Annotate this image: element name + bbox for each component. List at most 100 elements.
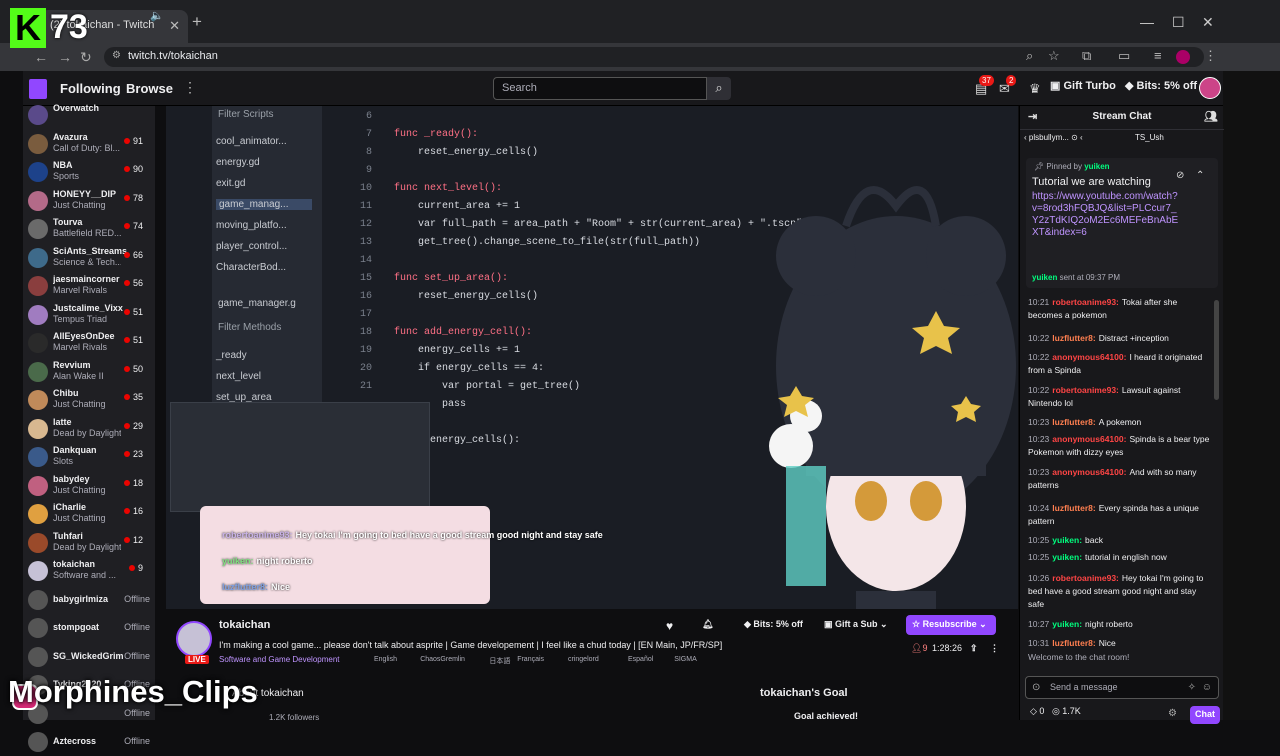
streamer-name[interactable]: tokaichan	[219, 619, 270, 631]
nav-following[interactable]: Following	[60, 81, 121, 96]
collapse-chat-icon[interactable]: ⇥	[1028, 110, 1037, 123]
streamer-avatar[interactable]	[176, 621, 212, 657]
message-user[interactable]: robertoanime93:	[1052, 297, 1119, 307]
notification-bell-icon[interactable]: 🔔︎	[702, 619, 713, 630]
script-item[interactable]: player_control...	[216, 241, 287, 252]
collapse-pin-icon[interactable]: ⌃	[1196, 170, 1204, 181]
message-user[interactable]: yuiken:	[1052, 552, 1082, 562]
script-item[interactable]: game_manag...	[216, 199, 312, 210]
menu-icon[interactable]: ⋮	[1204, 48, 1217, 64]
message-user[interactable]: yuiken:	[1052, 535, 1082, 545]
new-tab-icon[interactable]: +	[192, 12, 202, 32]
nav-browse[interactable]: Browse	[126, 81, 173, 96]
profile-avatar[interactable]	[1176, 50, 1190, 64]
script-item[interactable]: exit.gd	[216, 178, 245, 189]
emote-icon[interactable]: ☺	[1202, 682, 1212, 693]
stream-category[interactable]: Software and Game Development	[219, 655, 340, 664]
follow-heart-icon[interactable]: ♥	[666, 619, 673, 633]
sidebar-channel[interactable]: Tuhfari Dead by Daylight 12	[23, 529, 155, 557]
close-window-icon[interactable]: ✕	[1202, 14, 1214, 31]
gift-turbo-button[interactable]: ▣ Gift Turbo	[1050, 79, 1116, 92]
bits-button[interactable]: ◆ Bits: 5% off	[744, 619, 803, 630]
gifter-1[interactable]: plsbullym...	[1029, 133, 1069, 142]
chat-settings-icon[interactable]: ⊙	[1032, 682, 1040, 693]
maximize-icon[interactable]: ☐	[1172, 14, 1185, 31]
sidebar-channel[interactable]: Avazura Call of Duty: Bl... 91	[23, 130, 155, 158]
sidebar-channel[interactable]: HONEYY__DIP Just Chatting 78	[23, 187, 155, 215]
sidebar-channel[interactable]: latte Dead by Daylight 29	[23, 415, 155, 443]
sidebar-channel[interactable]: AllEyesOnDee Marvel Rivals 51	[23, 329, 155, 357]
address-bar[interactable]: ⚙ twitch.tv/tokaichan	[104, 47, 1204, 67]
sidebar-channel[interactable]: Chibu Just Chatting 35	[23, 386, 155, 414]
search-page-icon[interactable]: ⌕	[1026, 48, 1033, 64]
gifter-2[interactable]: TS_Ush	[1135, 133, 1164, 142]
sidebar-channel[interactable]: Justcalime_Vixx Tempus Triad 51	[23, 301, 155, 329]
bookmark-star-icon[interactable]: ☆	[1048, 48, 1060, 64]
sidebar-channel[interactable]: Revvium Alan Wake II 50	[23, 358, 155, 386]
twitch-logo[interactable]	[29, 79, 47, 99]
chat-scrollbar[interactable]	[1214, 300, 1219, 400]
pinned-link[interactable]: https://www.youtube.com/watch?v=8rod3hFQ…	[1032, 191, 1182, 239]
search-input[interactable]: Search	[493, 77, 707, 100]
message-user[interactable]: anonymous64100:	[1052, 434, 1126, 444]
sidebar-channel[interactable]: babygirlmiza Offline	[23, 586, 155, 614]
sidebar-channel[interactable]: tokaichan Software and ... 9	[23, 557, 155, 585]
hide-pin-icon[interactable]: ⊘	[1176, 170, 1184, 181]
search-button[interactable]: ⌕	[707, 77, 731, 100]
sidebar-channel[interactable]: SciAnts_Streams Science & Tech... 66	[23, 244, 155, 272]
tab-audio-icon[interactable]: 🔈	[150, 9, 164, 22]
chat-input[interactable]: ⊙ Send a message ✧ ☺	[1025, 676, 1219, 699]
bits-cheer-icon[interactable]: ✧	[1188, 682, 1196, 693]
sidebar-channel[interactable]: NBA Sports 90	[23, 158, 155, 186]
user-avatar[interactable]	[1199, 77, 1221, 99]
sidebar-channel[interactable]: Tourva Battlefield RED... 74	[23, 215, 155, 243]
script-item[interactable]: energy.gd	[216, 157, 260, 168]
media-icon[interactable]: ≡	[1154, 48, 1162, 63]
sidebar-channel[interactable]: stompgoat Offline	[23, 614, 155, 642]
sidebar-channel[interactable]: Dankquan Slots 23	[23, 443, 155, 471]
script-item[interactable]: moving_platfo...	[216, 220, 287, 231]
community-icon[interactable]: 👥︎	[1204, 110, 1218, 123]
message-user[interactable]: luzflutter8:	[1052, 503, 1095, 513]
stream-tag[interactable]: SIGMA	[674, 656, 697, 663]
more-icon[interactable]: ⋮	[183, 79, 197, 96]
message-user[interactable]: robertoanime93:	[1052, 385, 1119, 395]
video-player[interactable]: Filter Scripts cool_animator... energy.gd…	[166, 106, 1018, 609]
sidebar-channel[interactable]: Aztecross Offline	[23, 728, 155, 756]
tab-search-icon[interactable]: ▭	[1118, 48, 1130, 64]
sidebar-channel[interactable]: babydey Just Chatting 18	[23, 472, 155, 500]
get-bits-button[interactable]: ◆ Bits: 5% off	[1125, 79, 1197, 92]
message-user[interactable]: yuiken:	[1052, 619, 1082, 629]
stream-tag[interactable]: ChaosGremlin	[420, 656, 465, 663]
gift-sub-button[interactable]: ▣ Gift a Sub ⌄	[824, 619, 888, 630]
sidebar-channel[interactable]: SG_WickedGrim Offline	[23, 643, 155, 671]
script-item[interactable]: CharacterBod...	[216, 262, 286, 273]
channel-points[interactable]: 1.7K	[1062, 706, 1081, 716]
resubscribe-button[interactable]: ☆ Resubscribe ⌄	[906, 615, 996, 635]
stream-tag[interactable]: Français	[517, 656, 544, 663]
share-icon[interactable]: ⇪	[970, 643, 978, 654]
close-tab-icon[interactable]: ✕	[169, 18, 180, 34]
crown-icon[interactable]: ♛	[1029, 81, 1041, 97]
message-user[interactable]: anonymous64100:	[1052, 352, 1126, 362]
message-user[interactable]: luzflutter8:	[1052, 417, 1095, 427]
message-user[interactable]: anonymous64100:	[1052, 467, 1126, 477]
more-options-icon[interactable]: ⋮	[990, 643, 999, 654]
sidebar-channel[interactable]: Overwatch	[23, 101, 155, 129]
message-user[interactable]: luzflutter8:	[1052, 333, 1095, 343]
method-item[interactable]: next_level	[216, 371, 261, 382]
method-item[interactable]: _ready	[216, 350, 247, 361]
script-item[interactable]: cool_animator...	[216, 136, 287, 147]
stream-tag[interactable]: cringelord	[568, 656, 599, 663]
sidebar-channel[interactable]: iCharlie Just Chatting 16	[23, 500, 155, 528]
message-user[interactable]: robertoanime93:	[1052, 573, 1119, 583]
stream-tag[interactable]: 日本語	[489, 656, 510, 666]
message-user[interactable]: luzflutter8:	[1052, 638, 1095, 648]
sidebar-channel[interactable]: jaesmaincorner Marvel Rivals 56	[23, 272, 155, 300]
stream-tag[interactable]: English	[374, 656, 397, 663]
chat-send-button[interactable]: Chat	[1190, 706, 1220, 724]
extensions-icon[interactable]: ⧉	[1082, 48, 1091, 64]
minimize-icon[interactable]: —	[1140, 14, 1154, 30]
chat-gear-icon[interactable]: ⚙	[1168, 708, 1177, 719]
stream-tag[interactable]: Español	[628, 656, 653, 663]
